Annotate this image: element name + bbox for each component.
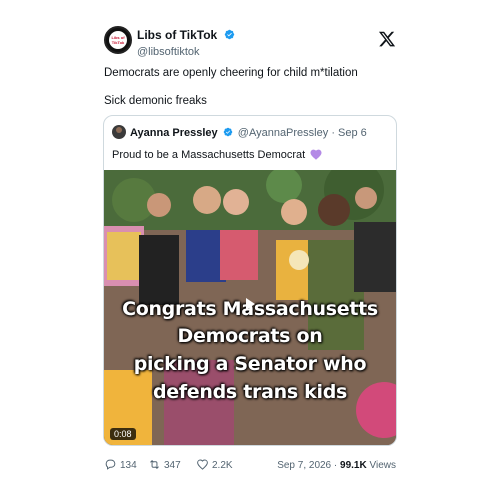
author-name[interactable]: Libs of TikTok [137,28,217,42]
repost-icon [150,460,159,469]
purple-heart-icon [310,149,322,160]
video-duration: 0:08 [110,428,136,440]
repost-count: 347 [164,460,181,471]
views-count: 99.1K [340,460,367,471]
x-logo-icon[interactable] [378,30,396,48]
tweet-date[interactable]: Sep 7, 2026 [277,460,331,471]
quoted-author-name[interactable]: Ayanna Pressley [130,127,218,139]
author-handle[interactable]: @libsoftiktok [137,45,235,59]
verified-badge-icon [224,29,234,40]
quoted-handle[interactable]: @AyannaPressley [238,127,328,139]
avatar-text: Libs of TikTok [111,35,125,45]
quoted-date[interactable]: Sep 6 [338,127,367,139]
verified-badge-icon [223,127,232,137]
quoted-text-row: Proud to be a Massachusetts Democrat [112,148,322,162]
play-icon[interactable] [243,297,257,311]
action-bar: 134 347 2.2K Sep 7, 2026 · 99.1K Views [104,458,396,474]
tweet-card[interactable]: Libs of TikTok Libs of TikTok @libsoftik… [0,0,500,500]
video-caption-line: Democrats on [177,325,323,347]
avatar[interactable]: Libs of TikTok [104,26,132,54]
like-icon [197,459,208,470]
video-player[interactable]: Congrats Massachusetts Democrats on pick… [104,170,396,445]
views-label: Views [369,460,397,471]
meta-separator: · [331,127,335,139]
quoted-avatar[interactable] [112,125,126,139]
reply-button[interactable]: 134 [104,458,137,474]
reply-icon [105,459,116,470]
video-caption-line: defends trans kids [152,381,348,403]
like-button[interactable]: 2.2K [196,458,233,474]
author-block: Libs of TikTok @libsoftiktok [137,26,235,59]
meta-separator: · [333,460,338,471]
video-caption-line: picking a Senator who [133,353,367,375]
reply-count: 134 [120,460,137,471]
tweet-text-line: Democrats are openly cheering for child … [104,67,358,79]
tweet-header: Libs of TikTok Libs of TikTok @libsoftik… [104,26,396,59]
timestamp-views[interactable]: Sep 7, 2026 · 99.1K Views [277,458,396,474]
quoted-tweet[interactable]: Ayanna Pressley @AyannaPressley · Sep 6 … [103,115,397,446]
repost-button[interactable]: 347 [148,458,181,474]
like-count: 2.2K [212,460,233,471]
quoted-text: Proud to be a Massachusetts Democrat [112,149,306,161]
quoted-header: Ayanna Pressley @AyannaPressley · Sep 6 [112,125,367,139]
tweet-text-line: Sick demonic freaks [104,95,207,107]
